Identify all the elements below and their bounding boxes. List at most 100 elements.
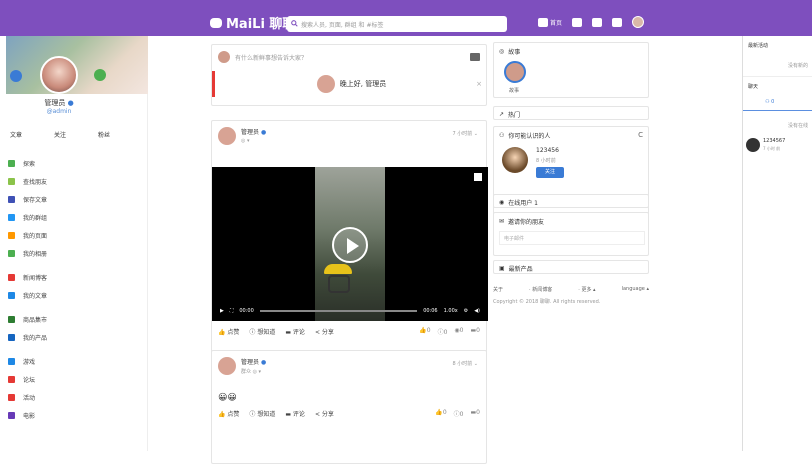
play-icon[interactable] <box>332 227 368 263</box>
messages-button[interactable] <box>592 17 603 27</box>
like-button[interactable]: 👍 点赞 <box>218 327 239 336</box>
user-menu[interactable] <box>632 16 645 28</box>
chat-user-time: 7 小时 前 <box>763 146 781 151</box>
speed-button[interactable]: 1.00x <box>444 308 458 314</box>
download-icon[interactable] <box>474 173 482 181</box>
stat-followers[interactable]: 粉丝 <box>98 130 110 139</box>
sidebar-item[interactable]: 我的群组 <box>8 208 47 226</box>
like-button[interactable]: 👍 点赞 <box>218 409 239 418</box>
footer-link-blog[interactable]: · 新闻博客 <box>529 286 552 293</box>
wonder-button[interactable]: ⓘ 想知道 <box>249 327 275 336</box>
composer-input[interactable]: 有什么新鲜事想告诉大家？ <box>218 51 307 63</box>
stories-widget: ◎ 故事 故事 <box>493 42 649 98</box>
volume-icon[interactable]: ◀) <box>474 308 480 314</box>
post-time[interactable]: 8 小时前 ⌄ <box>452 360 478 367</box>
chat-user-name[interactable]: 1234567 <box>763 138 785 144</box>
comment-button[interactable]: ▬ 评论 <box>285 327 305 336</box>
share-button[interactable]: < 分享 <box>315 327 334 336</box>
footer-link-more[interactable]: · 更多 ▴ <box>578 286 595 293</box>
comment-button[interactable]: ▬ 评论 <box>285 409 305 418</box>
sidebar-item[interactable]: 我的相册 <box>8 244 47 262</box>
sidebar-item[interactable]: 我的文章 <box>8 286 47 304</box>
user-plus-icon: ⚇ <box>499 132 505 139</box>
sidebar-item[interactable]: 论坛 <box>8 370 47 388</box>
sidebar-item[interactable]: 新闻博客 <box>8 268 47 286</box>
home-label: 首页 <box>550 19 563 27</box>
sidebar-item[interactable]: 活动 <box>8 388 47 406</box>
chat-icon <box>592 17 603 27</box>
video-player[interactable]: ▶ ⛶ 00:00 00:06 1.00x ⚙ ◀) <box>212 167 488 321</box>
profile-cover <box>6 36 148 94</box>
suggested-user-name[interactable]: 123456 <box>536 147 559 154</box>
post-time[interactable]: 7 小时前 ⌄ <box>452 130 478 137</box>
video-progress[interactable] <box>259 310 418 312</box>
story-avatar[interactable] <box>504 61 526 83</box>
sidebar-item[interactable]: 我的产品 <box>8 328 47 346</box>
menu-icon <box>8 315 15 323</box>
verified-icon: ● <box>67 99 74 107</box>
avatar <box>218 51 230 63</box>
suggested-user-avatar[interactable] <box>502 147 528 173</box>
play-button[interactable]: ▶ <box>220 308 224 314</box>
stat-posts[interactable]: 文章 <box>10 130 22 139</box>
sidebar-item-label: 商品集市 <box>23 316 48 324</box>
message-fab[interactable] <box>10 70 22 82</box>
sidebar-item[interactable]: 电影 <box>8 406 47 424</box>
close-icon[interactable]: × <box>476 80 482 88</box>
home-link[interactable]: 首页 <box>538 17 563 27</box>
avatar[interactable] <box>218 357 236 375</box>
post-author[interactable]: 管理员 ● <box>241 357 266 366</box>
invite-email-input[interactable]: 电子邮件 <box>499 231 645 245</box>
sidebar-item[interactable]: 探索 <box>8 154 47 172</box>
settings-icon[interactable]: ⚙ <box>464 308 468 314</box>
online-count[interactable]: ⚇ 0 <box>765 99 774 105</box>
trending-widget[interactable]: ↗ 热门 <box>493 106 649 120</box>
profile-name[interactable]: 管理员 ● <box>0 98 118 108</box>
avatar[interactable] <box>218 127 236 145</box>
latest-products-widget[interactable]: ▣ 最新产品 <box>493 260 649 274</box>
language-selector[interactable]: language ▴ <box>622 286 649 293</box>
online-users-widget[interactable]: ◉ 在线用户 1 <box>493 194 649 208</box>
footer-link-about[interactable]: 关于 <box>493 286 503 293</box>
sidebar-item-label: 探索 <box>23 160 36 168</box>
search-input[interactable]: 搜索人员, 页面, 群组 和 #标签 <box>287 16 507 32</box>
wonder-button[interactable]: ⓘ 想知道 <box>249 409 275 418</box>
settings-gear-icon[interactable] <box>94 69 106 81</box>
notifications-button[interactable] <box>612 17 623 27</box>
post-header: 管理员 ● ◎ ▾ <box>218 127 266 145</box>
sidebar-item-label: 游戏 <box>23 358 36 366</box>
sidebar-item[interactable]: 我的页面 <box>8 226 47 244</box>
share-label: 分享 <box>321 329 334 336</box>
stat-following[interactable]: 关注 <box>54 130 66 139</box>
divider <box>743 110 812 111</box>
sidebar-item[interactable]: 查找朋友 <box>8 172 47 190</box>
post-card: 管理员 ● ◎ ▾ 7 小时前 ⌄ ▶ ⛶ 00:00 00:06 1.00x … <box>211 120 488 384</box>
camera-icon[interactable] <box>470 53 480 61</box>
bell-icon <box>612 17 623 27</box>
brand-logo[interactable]: MaiLi 聊聊 <box>210 13 295 32</box>
chat-user-avatar[interactable] <box>746 138 760 152</box>
friends-button[interactable] <box>572 17 583 27</box>
video-scene-cart <box>328 275 350 293</box>
sidebar-item[interactable]: 保存文章 <box>8 190 47 208</box>
suggested-user-time: 8 小时前 <box>536 158 556 164</box>
news-feed: 有什么新鲜事想告诉大家？ 晚上好, 管理员 × 管理员 ● ◎ ▾ 7 小时前 … <box>211 40 488 464</box>
online-title-text: 在线用户 1 <box>508 200 538 207</box>
video-controls: ▶ ⛶ 00:00 00:06 1.00x ⚙ ◀) <box>212 301 488 321</box>
profile-avatar[interactable] <box>40 56 78 94</box>
latest-title-text: 最新产品 <box>508 266 533 273</box>
divider <box>743 76 812 77</box>
sidebar-item[interactable]: 游戏 <box>8 352 47 370</box>
refresh-icon[interactable]: C <box>638 131 643 139</box>
follow-button[interactable]: 关注 <box>536 167 564 178</box>
share-button[interactable]: < 分享 <box>315 409 334 418</box>
sidebar-item-label: 我的相册 <box>23 250 48 258</box>
stories-title-text: 故事 <box>508 49 521 56</box>
fullscreen-icon[interactable]: ⛶ <box>230 308 234 314</box>
like-count: 👍0 <box>435 409 447 416</box>
sidebar-item[interactable]: 商品集市 <box>8 310 47 328</box>
comment-label: 评论 <box>292 329 305 336</box>
menu-icon <box>8 177 15 185</box>
chat-title: 聊天 <box>748 84 759 90</box>
post-author[interactable]: 管理员 ● <box>241 127 266 136</box>
